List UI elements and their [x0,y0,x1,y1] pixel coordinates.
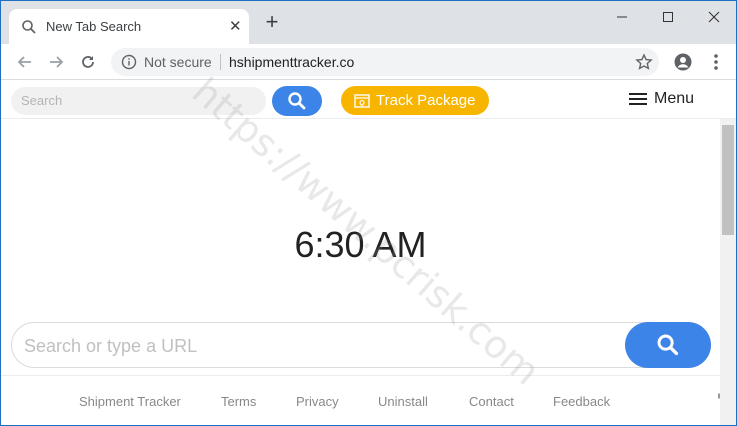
menu-label: Menu [654,90,695,107]
reload-icon [82,56,94,68]
maximize-icon [663,12,673,22]
footer-link-privacy[interactable]: Privacy [296,394,339,409]
scrollbar-thumb[interactable] [722,125,734,235]
search-icon [288,92,306,110]
search-icon [657,334,679,356]
tab-close-icon[interactable]: ✕ [229,19,242,34]
maximize-button[interactable] [645,1,691,33]
security-status: Not secure [144,54,212,70]
star-icon[interactable] [635,53,653,71]
new-tab-button[interactable]: + [263,11,281,33]
menu-button[interactable]: Menu [628,90,694,108]
search-icon [22,20,36,34]
track-package-button[interactable]: Track Package [341,86,489,115]
minimize-icon [617,16,627,18]
page-header: Search Track Package Menu [1,81,736,119]
header-search-field[interactable]: Search [11,87,266,115]
more-options-icon[interactable] [706,52,726,72]
close-icon [708,11,720,23]
footer-link-shipment-tracker[interactable]: Shipment Tracker [79,394,181,409]
track-package-label: Track Package [376,92,476,109]
address-bar[interactable]: Not secure hshipmenttracker.co [111,48,659,76]
scrollbar[interactable] [720,119,736,425]
divider [220,54,221,70]
profile-icon[interactable] [673,52,693,72]
active-tab[interactable]: New Tab Search ✕ [9,9,249,44]
url-text[interactable]: hshipmenttracker.co [229,54,354,70]
tab-title: New Tab Search [46,19,142,34]
hamburger-icon [629,93,647,105]
header-search-placeholder: Search [21,93,63,108]
back-button[interactable] [15,52,35,72]
arrow-right-icon [50,56,64,68]
main-search-placeholder: Search or type a URL [24,336,198,356]
main-search-button[interactable] [625,322,711,368]
clock: 6:30 AM [294,224,427,265]
header-search-button[interactable] [272,86,322,116]
title-bar: New Tab Search ✕ + [1,1,736,44]
footer-link-feedback[interactable]: Feedback [553,394,610,409]
close-window-button[interactable] [691,1,736,33]
page-footer: Shipment Tracker Terms Privacy Uninstall… [1,375,720,425]
footer-link-terms[interactable]: Terms [221,394,256,409]
footer-link-contact[interactable]: Contact [469,394,514,409]
arrow-left-icon [17,56,31,68]
minimize-button[interactable] [599,1,645,33]
browser-window: New Tab Search ✕ + Not secure hshipmentt… [0,0,737,426]
reload-button[interactable] [78,52,98,72]
browser-toolbar: Not secure hshipmenttracker.co [1,44,736,80]
main-search-field[interactable]: Search or type a URL [11,322,711,368]
package-icon [354,93,370,108]
forward-button[interactable] [46,52,66,72]
info-icon[interactable] [121,54,137,70]
web-page: Search Track Package Menu 6:30 AM Search… [1,81,736,425]
footer-link-uninstall[interactable]: Uninstall [378,394,428,409]
